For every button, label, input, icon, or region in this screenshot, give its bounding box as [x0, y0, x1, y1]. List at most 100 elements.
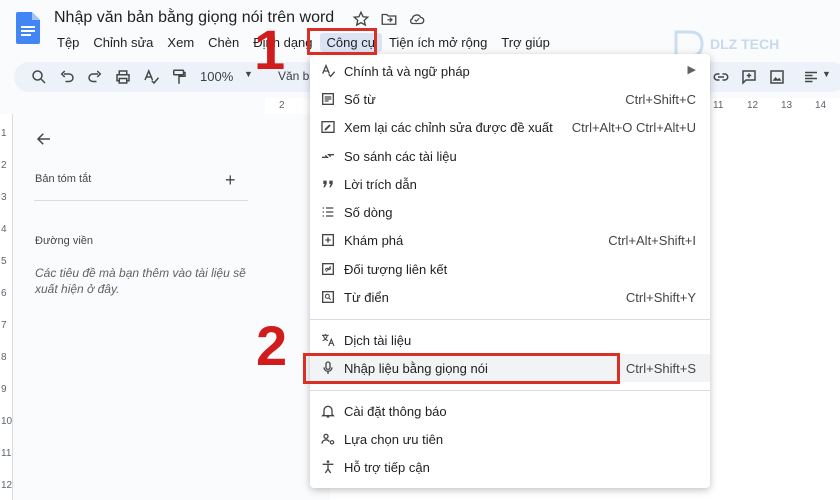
menu-item-shortcut: Ctrl+Alt+O Ctrl+Alt+U — [571, 120, 696, 135]
redo-icon[interactable] — [86, 68, 104, 86]
translate-icon — [322, 334, 335, 347]
insert-comment-icon[interactable] — [740, 68, 758, 86]
menu-item-label: Dịch tài liệu — [344, 333, 412, 348]
bell-icon — [321, 405, 335, 418]
ruler-label: 12 — [1, 480, 13, 491]
ruler-label: 13 — [781, 100, 793, 111]
cloud-saved-icon[interactable] — [408, 10, 426, 28]
ruler-label: 5 — [1, 256, 7, 267]
menu-item-spelling-grammar[interactable]: Chính tả và ngữ pháp ▶ — [310, 57, 710, 85]
menu-separator — [310, 390, 710, 391]
menu-item-explore[interactable]: Khám phá Ctrl+Alt+Shift+I — [310, 226, 710, 254]
menu-item-label: Lời trích dẫn — [344, 177, 417, 192]
insert-image-icon[interactable] — [768, 68, 786, 86]
summary-label: Bản tóm tắt — [35, 173, 92, 185]
menu-insert[interactable]: Chèn — [201, 33, 246, 52]
menu-edit[interactable]: Chỉnh sửa — [86, 33, 160, 52]
align-dropdown-icon[interactable]: ▼ — [822, 69, 831, 79]
ruler-label: 1 — [1, 128, 7, 139]
compare-icon — [322, 154, 334, 158]
paint-format-icon[interactable] — [170, 68, 188, 86]
search-menus-icon[interactable] — [30, 68, 48, 86]
menu-item-shortcut: Ctrl+Shift+Y — [625, 290, 696, 305]
step-number-1: 1 — [254, 18, 286, 81]
menu-item-compare-documents[interactable]: So sánh các tài liệu — [310, 142, 710, 170]
menu-item-label: Lựa chọn ưu tiên — [344, 432, 444, 447]
preferences-icon — [321, 433, 335, 445]
spellcheck-icon — [322, 63, 336, 78]
vertical-ruler[interactable]: 1 2 3 4 5 6 7 8 9 10 11 12 — [0, 114, 13, 500]
tools-menu: Chính tả và ngữ pháp ▶ Số từ Ctrl+Shift+… — [310, 54, 710, 488]
ruler-label: 8 — [1, 352, 7, 363]
menu-extensions[interactable]: Tiện ích mở rộng — [382, 33, 494, 52]
spellcheck-toolbar-icon[interactable] — [142, 68, 160, 86]
undo-icon[interactable] — [58, 68, 76, 86]
star-icon[interactable] — [352, 10, 370, 28]
menu-file[interactable]: Tệp — [50, 33, 86, 52]
menu-item-line-numbers[interactable]: Số dòng — [310, 198, 710, 226]
ruler-label: 3 — [1, 192, 7, 203]
menu-item-dictionary[interactable]: Từ điển Ctrl+Shift+Y — [310, 283, 710, 311]
align-left-icon[interactable] — [802, 68, 820, 86]
menu-item-shortcut: Ctrl+Alt+Shift+I — [608, 233, 696, 248]
ruler-label: 2 — [1, 160, 7, 171]
highlight-box-voice-typing — [303, 353, 620, 384]
menu-item-citations[interactable]: Lời trích dẫn — [310, 170, 710, 198]
zoom-dropdown-icon[interactable]: ▼ — [244, 69, 253, 79]
menu-item-label: Từ điển — [344, 290, 389, 305]
dictionary-icon — [322, 291, 334, 303]
word-count-icon — [322, 93, 334, 105]
menu-help[interactable]: Trợ giúp — [494, 33, 557, 52]
ruler-label: 2 — [279, 100, 285, 111]
zoom-select[interactable]: 100% — [200, 69, 233, 84]
menu-item-translate-document[interactable]: Dịch tài liệu — [310, 326, 710, 354]
menu-item-label: Hỗ trợ tiếp cận — [344, 460, 430, 475]
ruler-label: 7 — [1, 320, 7, 331]
menu-item-accessibility[interactable]: Hỗ trợ tiếp cận — [310, 453, 710, 481]
explore-icon — [322, 234, 334, 246]
insert-link-icon[interactable] — [712, 68, 730, 86]
line-numbers-icon — [322, 207, 334, 217]
ruler-label: 6 — [1, 288, 7, 299]
docs-logo-icon[interactable] — [16, 12, 40, 44]
ruler-label: 4 — [1, 224, 7, 235]
menu-bar: Tệp Chỉnh sửa Xem Chèn Định dạng Công cụ… — [50, 33, 557, 52]
ruler-label: 10 — [1, 416, 13, 427]
panel-divider — [34, 200, 248, 201]
menu-item-label: So sánh các tài liệu — [344, 149, 457, 164]
menu-view[interactable]: Xem — [160, 33, 201, 52]
menu-item-label: Xem lại các chỉnh sửa được đề xuất — [344, 120, 553, 135]
review-edits-icon — [321, 121, 335, 133]
back-arrow-icon[interactable] — [34, 130, 54, 148]
ruler-label: 14 — [815, 100, 827, 111]
add-summary-button[interactable]: + — [225, 170, 236, 191]
linked-objects-icon — [322, 263, 334, 275]
menu-item-label: Chính tả và ngữ pháp — [344, 64, 470, 79]
submenu-arrow-icon: ▶ — [687, 64, 696, 76]
menu-item-shortcut: Ctrl+Shift+S — [625, 361, 696, 376]
menu-item-notification-settings[interactable]: Cài đặt thông báo — [310, 397, 710, 425]
accessibility-icon — [322, 460, 334, 474]
menu-item-linked-objects[interactable]: Đối tượng liên kết — [310, 255, 710, 283]
menu-item-label: Số từ — [344, 92, 376, 107]
ruler-label: 11 — [1, 448, 12, 459]
quote-icon — [323, 180, 333, 188]
menu-item-label: Cài đặt thông báo — [344, 404, 447, 419]
menu-item-word-count[interactable]: Số từ Ctrl+Shift+C — [310, 85, 710, 113]
move-folder-icon[interactable] — [380, 10, 398, 28]
ruler-label: 9 — [1, 384, 7, 395]
menu-item-label: Đối tượng liên kết — [344, 262, 448, 277]
menu-item-shortcut: Ctrl+Shift+C — [625, 92, 696, 107]
menu-item-label: Số dòng — [344, 205, 393, 220]
menu-item-review-edits[interactable]: Xem lại các chỉnh sửa được đề xuất Ctrl+… — [310, 113, 710, 141]
highlight-box-tools-menu — [307, 28, 377, 55]
menu-separator — [310, 319, 710, 320]
ruler-label: 11 — [713, 100, 724, 111]
document-title[interactable]: Nhập văn bản bằng giọng nói trên word — [54, 9, 334, 27]
title-actions — [352, 10, 426, 28]
outline-label: Đường viền — [35, 235, 93, 247]
print-icon[interactable] — [114, 68, 132, 86]
logo-text: DLZ TECH — [710, 36, 780, 52]
menu-item-preferences[interactable]: Lựa chọn ưu tiên — [310, 425, 710, 453]
step-number-2: 2 — [256, 314, 288, 377]
